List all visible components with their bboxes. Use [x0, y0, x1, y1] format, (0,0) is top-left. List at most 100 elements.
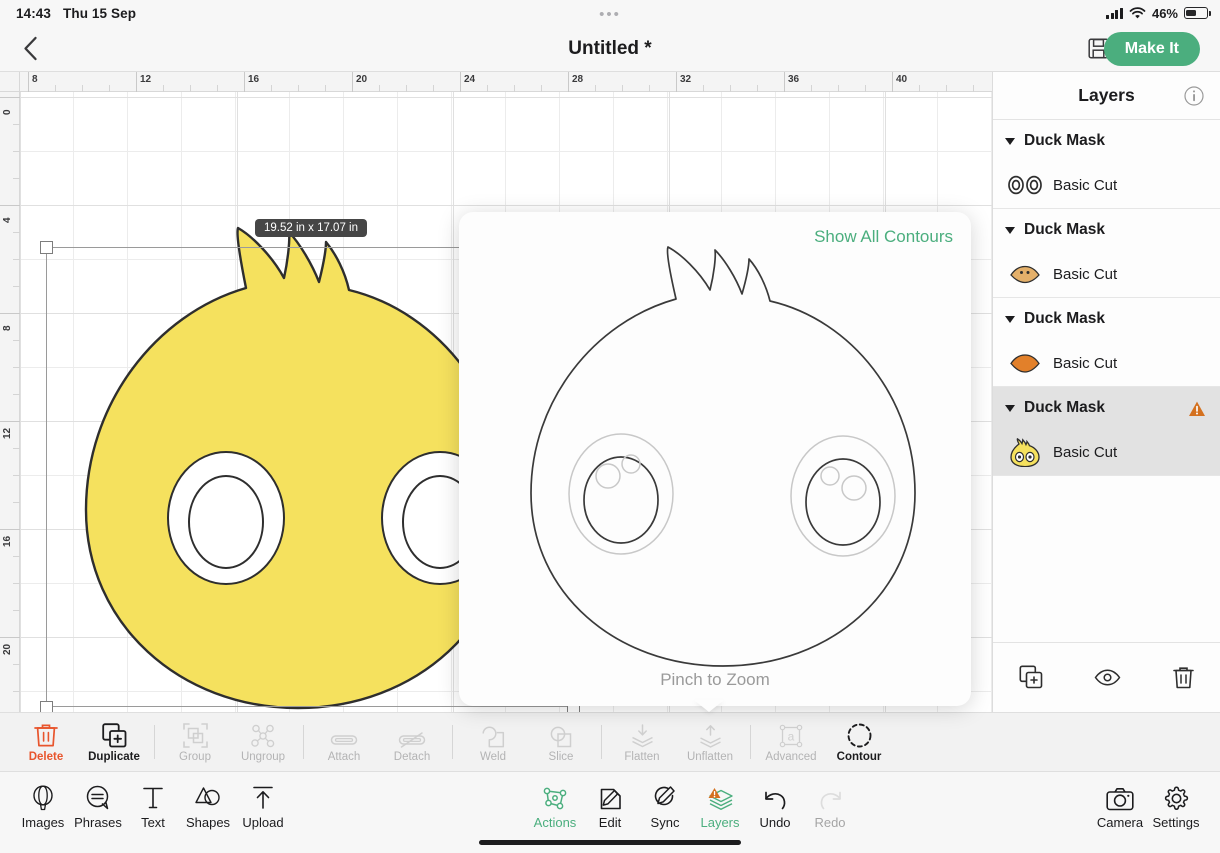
nav-upload-button[interactable]: Upload — [230, 776, 296, 834]
ruler-v-minor-tick — [13, 124, 20, 125]
nav-label: Shapes — [185, 814, 231, 830]
caret-down-icon[interactable] — [1005, 315, 1015, 323]
ruler-h-major-tick — [352, 72, 353, 92]
ruler-v-minor-tick — [13, 691, 20, 692]
caret-down-icon[interactable] — [1005, 404, 1015, 412]
ruler-h-minor-tick — [946, 85, 947, 92]
nav-label: Images — [21, 814, 65, 830]
ruler-h-minor-tick — [595, 85, 596, 92]
nav-settings-button[interactable]: Settings — [1143, 776, 1209, 834]
action-delete-button[interactable]: Delete — [12, 713, 80, 771]
action-label: Contour — [836, 751, 882, 763]
camera-icon — [1106, 787, 1134, 811]
flatten-down-icon — [631, 724, 654, 748]
ruler-horizontal: 8 12 16 20 24 28 32 36 40 — [0, 72, 992, 92]
layer-row[interactable]: Basic Cut — [993, 162, 1220, 208]
duck-beak-orange-thumb — [1007, 348, 1043, 378]
ruler-h-minor-tick — [865, 85, 866, 92]
group-icon — [182, 723, 208, 748]
layer-operation-label: Basic Cut — [1053, 443, 1118, 461]
action-contour-button[interactable]: Contour — [825, 713, 893, 771]
action-detach-button: Detach — [378, 713, 446, 771]
ruler-h-minor-tick — [703, 85, 704, 92]
ruler-h-minor-tick — [757, 85, 758, 92]
action-label: Detach — [393, 751, 431, 763]
ruler-h-minor-tick — [973, 85, 974, 92]
layer-row[interactable]: Basic Cut — [993, 340, 1220, 386]
make-it-button[interactable]: Make It — [1103, 31, 1200, 66]
layer-group[interactable]: Duck Mask Basic Cut — [993, 298, 1220, 387]
ruler-h-minor-tick — [406, 85, 407, 92]
paperclip-slash-icon — [398, 732, 426, 748]
selection-handle-bottom-left[interactable] — [40, 701, 53, 712]
ruler-v-minor-tick — [13, 259, 20, 260]
ungroup-nodes-icon — [251, 724, 275, 748]
layer-group[interactable]: Duck Mask Basic Cut — [993, 387, 1220, 476]
action-weld-button: Weld — [459, 713, 527, 771]
action-duplicate-button[interactable]: Duplicate — [80, 713, 148, 771]
action-label: Ungroup — [240, 751, 286, 763]
ruler-v-minor-tick — [13, 178, 20, 179]
sync-pencil-icon — [653, 785, 677, 811]
duplicate-layer-button[interactable] — [1011, 658, 1051, 698]
nav-label: Phrases — [74, 814, 122, 830]
selection-handle-top-left[interactable] — [40, 241, 53, 254]
action-label: Advanced — [765, 751, 817, 763]
layer-group-header[interactable]: Duck Mask — [993, 298, 1220, 340]
action-attach-button: Attach — [310, 713, 378, 771]
contour-dashed-circle-icon — [847, 723, 872, 748]
ruler-v-minor-tick — [13, 340, 20, 341]
layers-list: Duck Mask Basic Cut Duck Mask Basic Cut Duck… — [993, 120, 1220, 476]
ruler-h-label: 20 — [356, 74, 368, 85]
ruler-v-label: 4 — [2, 217, 13, 223]
caret-down-icon[interactable] — [1005, 137, 1015, 145]
layers-panel: Layers Duck Mask Basic Cut Duck Mask Basic … — [992, 72, 1220, 712]
layer-group-header[interactable]: Duck Mask — [993, 120, 1220, 162]
nav-label: Undo — [759, 814, 791, 830]
ruler-h-minor-tick — [730, 85, 731, 92]
toolbar-separator — [452, 725, 453, 759]
layers-panel-header: Layers — [993, 72, 1220, 120]
duplicate-squares-icon — [101, 723, 127, 748]
contour-preview-drawing[interactable] — [473, 238, 957, 668]
layers-stack-icon — [708, 786, 733, 811]
layer-group[interactable]: Duck Mask Basic Cut — [993, 209, 1220, 298]
text-t-icon — [142, 785, 164, 811]
multitasking-dots[interactable]: ••• — [599, 7, 621, 22]
cricut-design-space-app: 14:43 Thu 15 Sep ••• 46% Untitled * Make… — [0, 0, 1220, 853]
ruler-h-major-tick — [136, 72, 137, 92]
delete-layer-button[interactable] — [1163, 658, 1203, 698]
ruler-h-minor-tick — [163, 85, 164, 92]
nav-label: Layers — [700, 814, 740, 830]
slice-shapes-icon — [550, 726, 572, 748]
action-advanced-button: a Advanced — [757, 713, 825, 771]
ruler-h-minor-tick — [109, 85, 110, 92]
wifi-icon — [1129, 6, 1146, 20]
ruler-h-major-tick — [784, 72, 785, 92]
nav-label: Redo — [814, 814, 846, 830]
action-slice-button: Slice — [527, 713, 595, 771]
layer-group-header[interactable]: Duck Mask — [993, 209, 1220, 251]
layer-group-header[interactable]: Duck Mask — [993, 387, 1220, 429]
page-title[interactable]: Untitled * — [568, 38, 651, 60]
warning-triangle-icon[interactable] — [1188, 400, 1206, 417]
upload-arrow-icon — [252, 785, 274, 811]
action-group-button: Group — [161, 713, 229, 771]
info-circle-icon[interactable] — [1184, 85, 1204, 106]
ruler-vertical: 0 4 8 12 16 20 — [0, 72, 20, 712]
caret-down-icon[interactable] — [1005, 226, 1015, 234]
toolbar-separator — [154, 725, 155, 759]
ruler-h-major-tick — [676, 72, 677, 92]
visibility-button[interactable] — [1087, 658, 1127, 698]
two-eye-rings-thumb — [1007, 170, 1043, 200]
back-button[interactable] — [10, 29, 50, 69]
layer-group-name: Duck Mask — [1024, 221, 1105, 238]
layer-row[interactable]: Basic Cut — [993, 429, 1220, 475]
ruler-h-label: 36 — [788, 74, 800, 85]
layer-row[interactable]: Basic Cut — [993, 251, 1220, 297]
paperclip-icon — [330, 732, 358, 748]
layer-group-name: Duck Mask — [1024, 399, 1105, 416]
layers-panel-footer — [993, 642, 1220, 712]
nav-label: Upload — [242, 814, 284, 830]
layer-group[interactable]: Duck Mask Basic Cut — [993, 120, 1220, 209]
